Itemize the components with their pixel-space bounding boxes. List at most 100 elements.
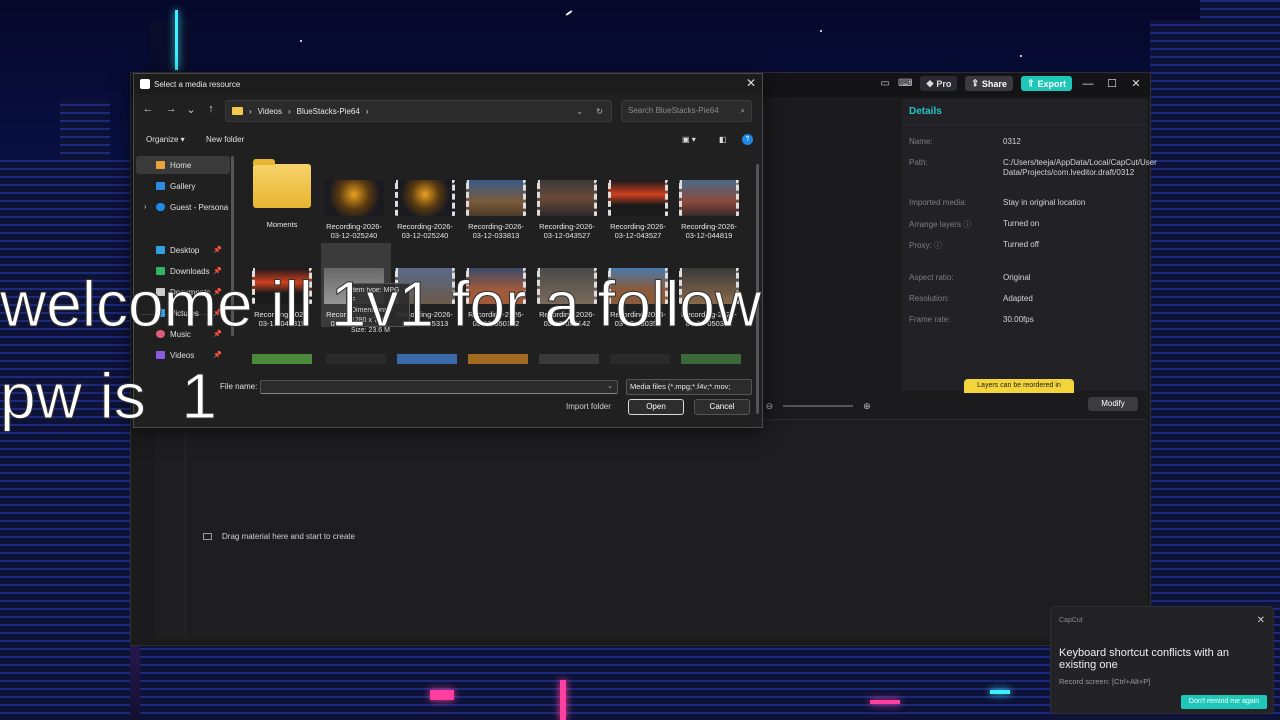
- toast-detail: Record screen: [Ctrl+Alt+P]: [1059, 677, 1151, 686]
- video-thumbnail: [324, 180, 384, 216]
- maximize-icon[interactable]: ☐: [1104, 77, 1120, 90]
- video-file[interactable]: Recording-2026-03-12-033813: [464, 180, 528, 240]
- chevron-right-icon: ›: [249, 106, 252, 116]
- zoom-in-icon[interactable]: ⊕: [863, 401, 871, 412]
- layout-icon[interactable]: ▭: [881, 78, 890, 89]
- detail-value: 0312: [1003, 137, 1021, 146]
- filename-input[interactable]: ⌄: [260, 380, 618, 394]
- video-file[interactable]: Recording-2026-03-12-043527: [535, 180, 599, 240]
- overlay-caption-line1: welcome ill 1v1 for a follow: [0, 268, 762, 340]
- dialog-buttons: Import folder Open Cancel: [134, 399, 762, 415]
- dont-remind-button[interactable]: Don't remind me again: [1181, 695, 1267, 709]
- close-icon[interactable]: ✕: [1128, 77, 1144, 90]
- breadcrumb-videos[interactable]: Videos: [258, 107, 282, 116]
- organize-button[interactable]: Organize ▾: [146, 135, 185, 144]
- drag-hint-text: Drag material here and start to create: [222, 532, 355, 541]
- nav-item-label: Videos: [170, 350, 195, 360]
- videos-icon: [156, 351, 165, 359]
- overlay-caption-line2: pw is 1: [0, 360, 217, 432]
- video-file[interactable]: Recording-2026-03-12-025240: [393, 180, 457, 240]
- view-icon[interactable]: ▣ ▾: [682, 135, 696, 144]
- nav-item-label: Desktop: [170, 245, 200, 255]
- detail-label: Path:: [909, 158, 928, 167]
- nav-item-desktop[interactable]: Desktop 📌: [136, 241, 230, 259]
- nav-item-label: Home: [170, 160, 192, 170]
- video-thumbnail[interactable]: [252, 354, 312, 364]
- search-icon: ⌕: [740, 106, 745, 115]
- chevron-right-icon: ›: [365, 106, 369, 116]
- layers-tooltip: Layers can be reordered in: [964, 379, 1074, 393]
- folder-icon: [253, 159, 311, 208]
- preview-pane-icon[interactable]: ◧: [719, 135, 727, 144]
- details-title: Details: [902, 99, 1147, 125]
- pro-button[interactable]: ◆ Pro: [920, 76, 958, 91]
- file-type-select[interactable]: Media files (*.mpg;*.f4v;*.mov;: [626, 379, 752, 395]
- toast-close-icon[interactable]: ✕: [1257, 615, 1265, 626]
- drag-hint: Drag material here and start to create: [203, 532, 355, 541]
- detail-label: Resolution:: [909, 294, 950, 303]
- nav-item-label: Gallery: [170, 181, 196, 191]
- video-file[interactable]: Recording-2026-03-12-043527: [606, 180, 670, 240]
- folder-moments[interactable]: Moments: [250, 159, 314, 229]
- timeline-area[interactable]: Drag material here and start to create: [155, 419, 1147, 639]
- nav-item-onedrive[interactable]: › Guest - Persona: [136, 198, 230, 216]
- minimize-icon[interactable]: —: [1080, 78, 1096, 90]
- detail-value: 30.00fps: [1003, 315, 1034, 324]
- back-arrow-icon[interactable]: ←: [140, 103, 156, 115]
- folder-icon: [232, 107, 243, 115]
- detail-value: C:/Users/teeja/AppData/Local/CapCut/User…: [1003, 158, 1157, 177]
- detail-label: Aspect ratio:: [909, 273, 954, 282]
- address-bar[interactable]: › Videos › BlueStacks-Pie64 › ⌄ ↻: [225, 100, 612, 122]
- address-dropdown-icon[interactable]: ⌄: [576, 107, 583, 116]
- navigation-bar: ← → ⌄ ↑ › Videos › BlueStacks-Pie64 › ⌄ …: [134, 100, 762, 122]
- recent-chevron-icon[interactable]: ⌄: [183, 103, 199, 116]
- help-icon[interactable]: ?: [742, 134, 753, 145]
- file-name: Moments: [266, 220, 298, 229]
- breadcrumb-bluestacks[interactable]: BlueStacks-Pie64: [297, 107, 360, 116]
- detail-label: Arrange layers ⓘ: [909, 220, 972, 229]
- open-button[interactable]: Open: [628, 399, 684, 415]
- expand-chevron-icon[interactable]: ›: [144, 204, 146, 211]
- detail-label: Proxy: ⓘ: [909, 241, 942, 250]
- import-folder-button[interactable]: Import folder: [566, 402, 611, 411]
- cancel-button[interactable]: Cancel: [694, 399, 750, 415]
- desktop-icon: [156, 246, 165, 254]
- chevron-right-icon: ›: [288, 106, 291, 116]
- toast-message: Keyboard shortcut conflicts with an exis…: [1059, 647, 1229, 671]
- up-arrow-icon[interactable]: ↑: [203, 103, 219, 115]
- forward-arrow-icon[interactable]: →: [163, 103, 179, 115]
- nav-item-home[interactable]: Home: [136, 156, 230, 174]
- refresh-icon[interactable]: ↻: [596, 107, 603, 116]
- video-thumbnail[interactable]: [681, 354, 741, 364]
- dialog-close-icon[interactable]: ✕: [746, 76, 756, 90]
- search-input[interactable]: Search BlueStacks-Pie64 ⌕: [621, 100, 752, 122]
- search-placeholder: Search BlueStacks-Pie64: [628, 106, 719, 115]
- detail-value: Turned on: [1003, 219, 1040, 228]
- video-thumbnail[interactable]: [539, 354, 599, 364]
- file-name: Recording-2026-03-12-025240: [397, 222, 453, 240]
- export-button[interactable]: ⇧ Export: [1020, 76, 1072, 91]
- file-name: Recording-2026-03-12-044819: [681, 222, 737, 240]
- share-label: Share: [981, 78, 1007, 89]
- detail-label: Imported media:: [909, 198, 967, 207]
- file-name: Recording-2026-03-12-043527: [610, 222, 666, 240]
- details-panel: Details Name: 0312 Path: C:/Users/teeja/…: [902, 99, 1157, 411]
- video-thumbnail[interactable]: [397, 354, 457, 364]
- pin-icon: 📌: [213, 352, 222, 359]
- video-thumbnail[interactable]: [610, 354, 670, 364]
- share-button[interactable]: ⇪ Share: [965, 76, 1013, 91]
- zoom-out-icon[interactable]: ⊖: [766, 401, 774, 412]
- new-folder-button[interactable]: New folder: [206, 135, 244, 144]
- shortcut-icon[interactable]: ⌨: [898, 78, 912, 89]
- video-thumbnail: [395, 180, 455, 216]
- video-thumbnail[interactable]: [326, 354, 386, 364]
- chevron-down-icon[interactable]: ⌄: [607, 382, 613, 390]
- video-file[interactable]: Recording-2026-03-12-044819: [677, 180, 741, 240]
- video-thumbnail: [537, 180, 597, 216]
- video-file[interactable]: Recording-2026-03-12-025240: [322, 180, 386, 240]
- zoom-slider[interactable]: [783, 405, 854, 407]
- file-open-dialog: Select a media resource ✕ ← → ⌄ ↑ › Vide…: [133, 73, 763, 428]
- video-thumbnail: [608, 180, 668, 216]
- nav-item-gallery[interactable]: Gallery: [136, 177, 230, 195]
- video-thumbnail[interactable]: [468, 354, 528, 364]
